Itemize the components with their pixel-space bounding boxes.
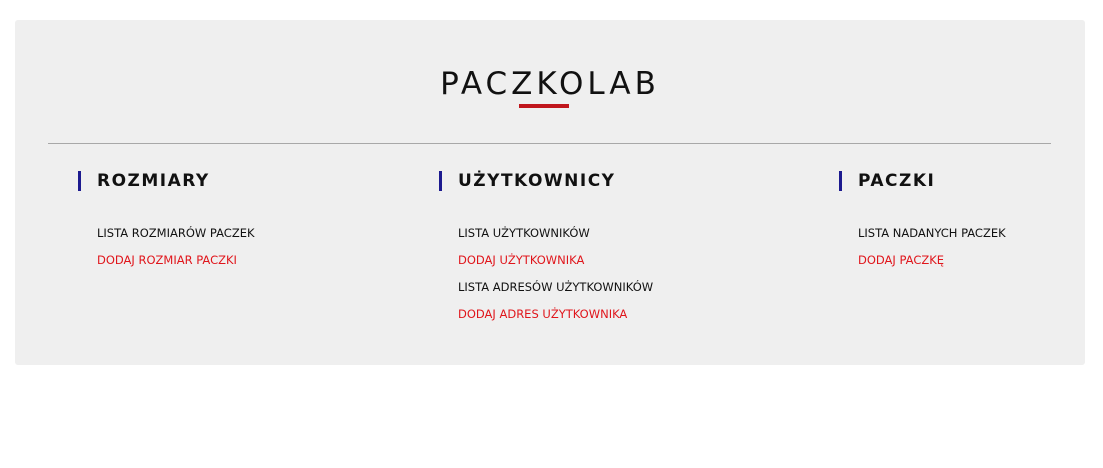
- brand-underline: [519, 104, 569, 108]
- section-accent-bar: [439, 171, 442, 191]
- section-title: PACZKI: [858, 171, 936, 191]
- link-lista-rozmiarow-paczek[interactable]: LISTA ROZMIARÓW PACZEK: [97, 226, 255, 253]
- link-dodaj-uzytkownika[interactable]: DODAJ UŻYTKOWNIKA: [458, 253, 653, 280]
- brand-title: PACZKOLAB: [440, 66, 660, 102]
- section-links: LISTA UŻYTKOWNIKÓW DODAJ UŻYTKOWNIKA LIS…: [458, 226, 653, 334]
- link-dodaj-rozmiar-paczki[interactable]: DODAJ ROZMIAR PACZKI: [97, 253, 255, 280]
- dashboard-panel: PACZKOLAB ROZMIARY LISTA ROZMIARÓW PACZE…: [15, 20, 1085, 365]
- divider: [48, 143, 1051, 144]
- link-dodaj-paczke[interactable]: DODAJ PACZKĘ: [858, 253, 1006, 280]
- section-title: ROZMIARY: [97, 171, 210, 191]
- section-links: LISTA ROZMIARÓW PACZEK DODAJ ROZMIAR PAC…: [97, 226, 255, 280]
- section-links: LISTA NADANYCH PACZEK DODAJ PACZKĘ: [858, 226, 1006, 280]
- link-dodaj-adres-uzytkownika[interactable]: DODAJ ADRES UŻYTKOWNIKA: [458, 307, 653, 334]
- link-lista-uzytkownikow[interactable]: LISTA UŻYTKOWNIKÓW: [458, 226, 653, 253]
- link-lista-adresow-uzytkownikow[interactable]: LISTA ADRESÓW UŻYTKOWNIKÓW: [458, 280, 653, 307]
- section-accent-bar: [839, 171, 842, 191]
- section-title: UŻYTKOWNICY: [458, 171, 616, 191]
- section-accent-bar: [78, 171, 81, 191]
- link-lista-nadanych-paczek[interactable]: LISTA NADANYCH PACZEK: [858, 226, 1006, 253]
